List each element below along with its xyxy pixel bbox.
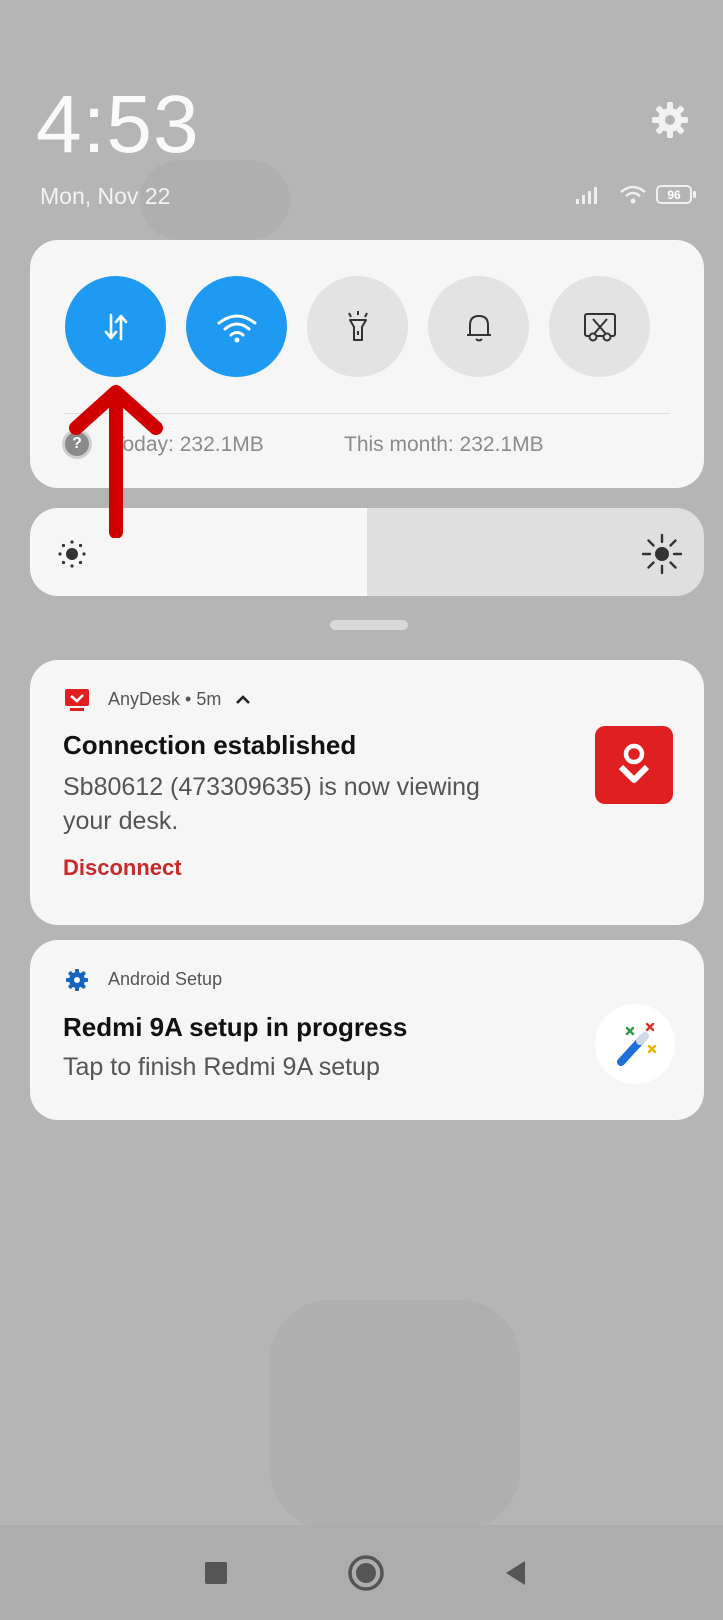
notification-meta: AnyDesk • 5m <box>108 689 252 710</box>
bell-icon <box>466 314 491 341</box>
flashlight-icon <box>347 310 368 341</box>
brightness-low-icon <box>58 540 86 568</box>
panel-drag-handle[interactable] <box>330 620 408 630</box>
notification-body: Sb80612 (473309635) is now viewing your … <box>63 773 480 835</box>
screenshot-toggle[interactable] <box>549 276 650 377</box>
status-bar: 96 <box>574 181 702 209</box>
anydesk-app-icon <box>65 689 89 711</box>
battery-tip <box>693 191 696 198</box>
battery-icon: 96 <box>656 185 692 204</box>
data-arrows-icon <box>104 313 127 340</box>
notification-title: Redmi 9A setup in progress <box>63 1012 408 1042</box>
notification-android-setup[interactable]: Android Setup Redmi 9A setup in progress… <box>30 940 704 1120</box>
disconnect-button[interactable]: Disconnect <box>63 855 182 881</box>
sound-toggle[interactable] <box>428 276 529 377</box>
circle-icon <box>348 1555 384 1591</box>
brightness-high-icon <box>641 533 683 575</box>
triangle-back-icon <box>506 1561 525 1585</box>
wifi-status-icon <box>620 185 646 204</box>
notification-meta: Android Setup <box>108 969 223 989</box>
notification-title: Connection established <box>63 730 357 760</box>
scissors-icon <box>583 312 616 341</box>
wifi-icon <box>217 314 256 342</box>
wallpaper-shape <box>270 1300 520 1530</box>
notification-anydesk[interactable]: AnyDesk • 5m Connection established Sb80… <box>30 660 704 925</box>
square-icon <box>205 1562 227 1584</box>
magic-wand-icon <box>617 1022 657 1066</box>
recents-button[interactable] <box>196 1553 236 1593</box>
home-button[interactable] <box>346 1553 386 1593</box>
setup-wand-icon <box>595 1004 675 1084</box>
battery-level: 96 <box>667 187 681 202</box>
usage-month: This month: 232.1MB <box>344 433 544 456</box>
date-label: Mon, Nov 22 <box>40 183 171 209</box>
flashlight-toggle[interactable] <box>307 276 408 377</box>
clock: 4:53 <box>36 79 200 170</box>
notification-body: Tap to finish Redmi 9A setup <box>63 1053 380 1081</box>
navigation-bar <box>0 1525 723 1620</box>
signal-icon <box>576 187 597 204</box>
chevron-up-icon[interactable] <box>234 693 252 707</box>
annotation-arrow-icon <box>69 385 163 538</box>
gear-app-icon <box>66 969 88 991</box>
wifi-toggle[interactable] <box>186 276 287 377</box>
back-button[interactable] <box>496 1553 536 1593</box>
gear-icon[interactable] <box>650 100 690 140</box>
location-pin-icon <box>618 743 650 783</box>
mobile-data-toggle[interactable] <box>65 276 166 377</box>
anydesk-large-icon <box>595 726 673 804</box>
